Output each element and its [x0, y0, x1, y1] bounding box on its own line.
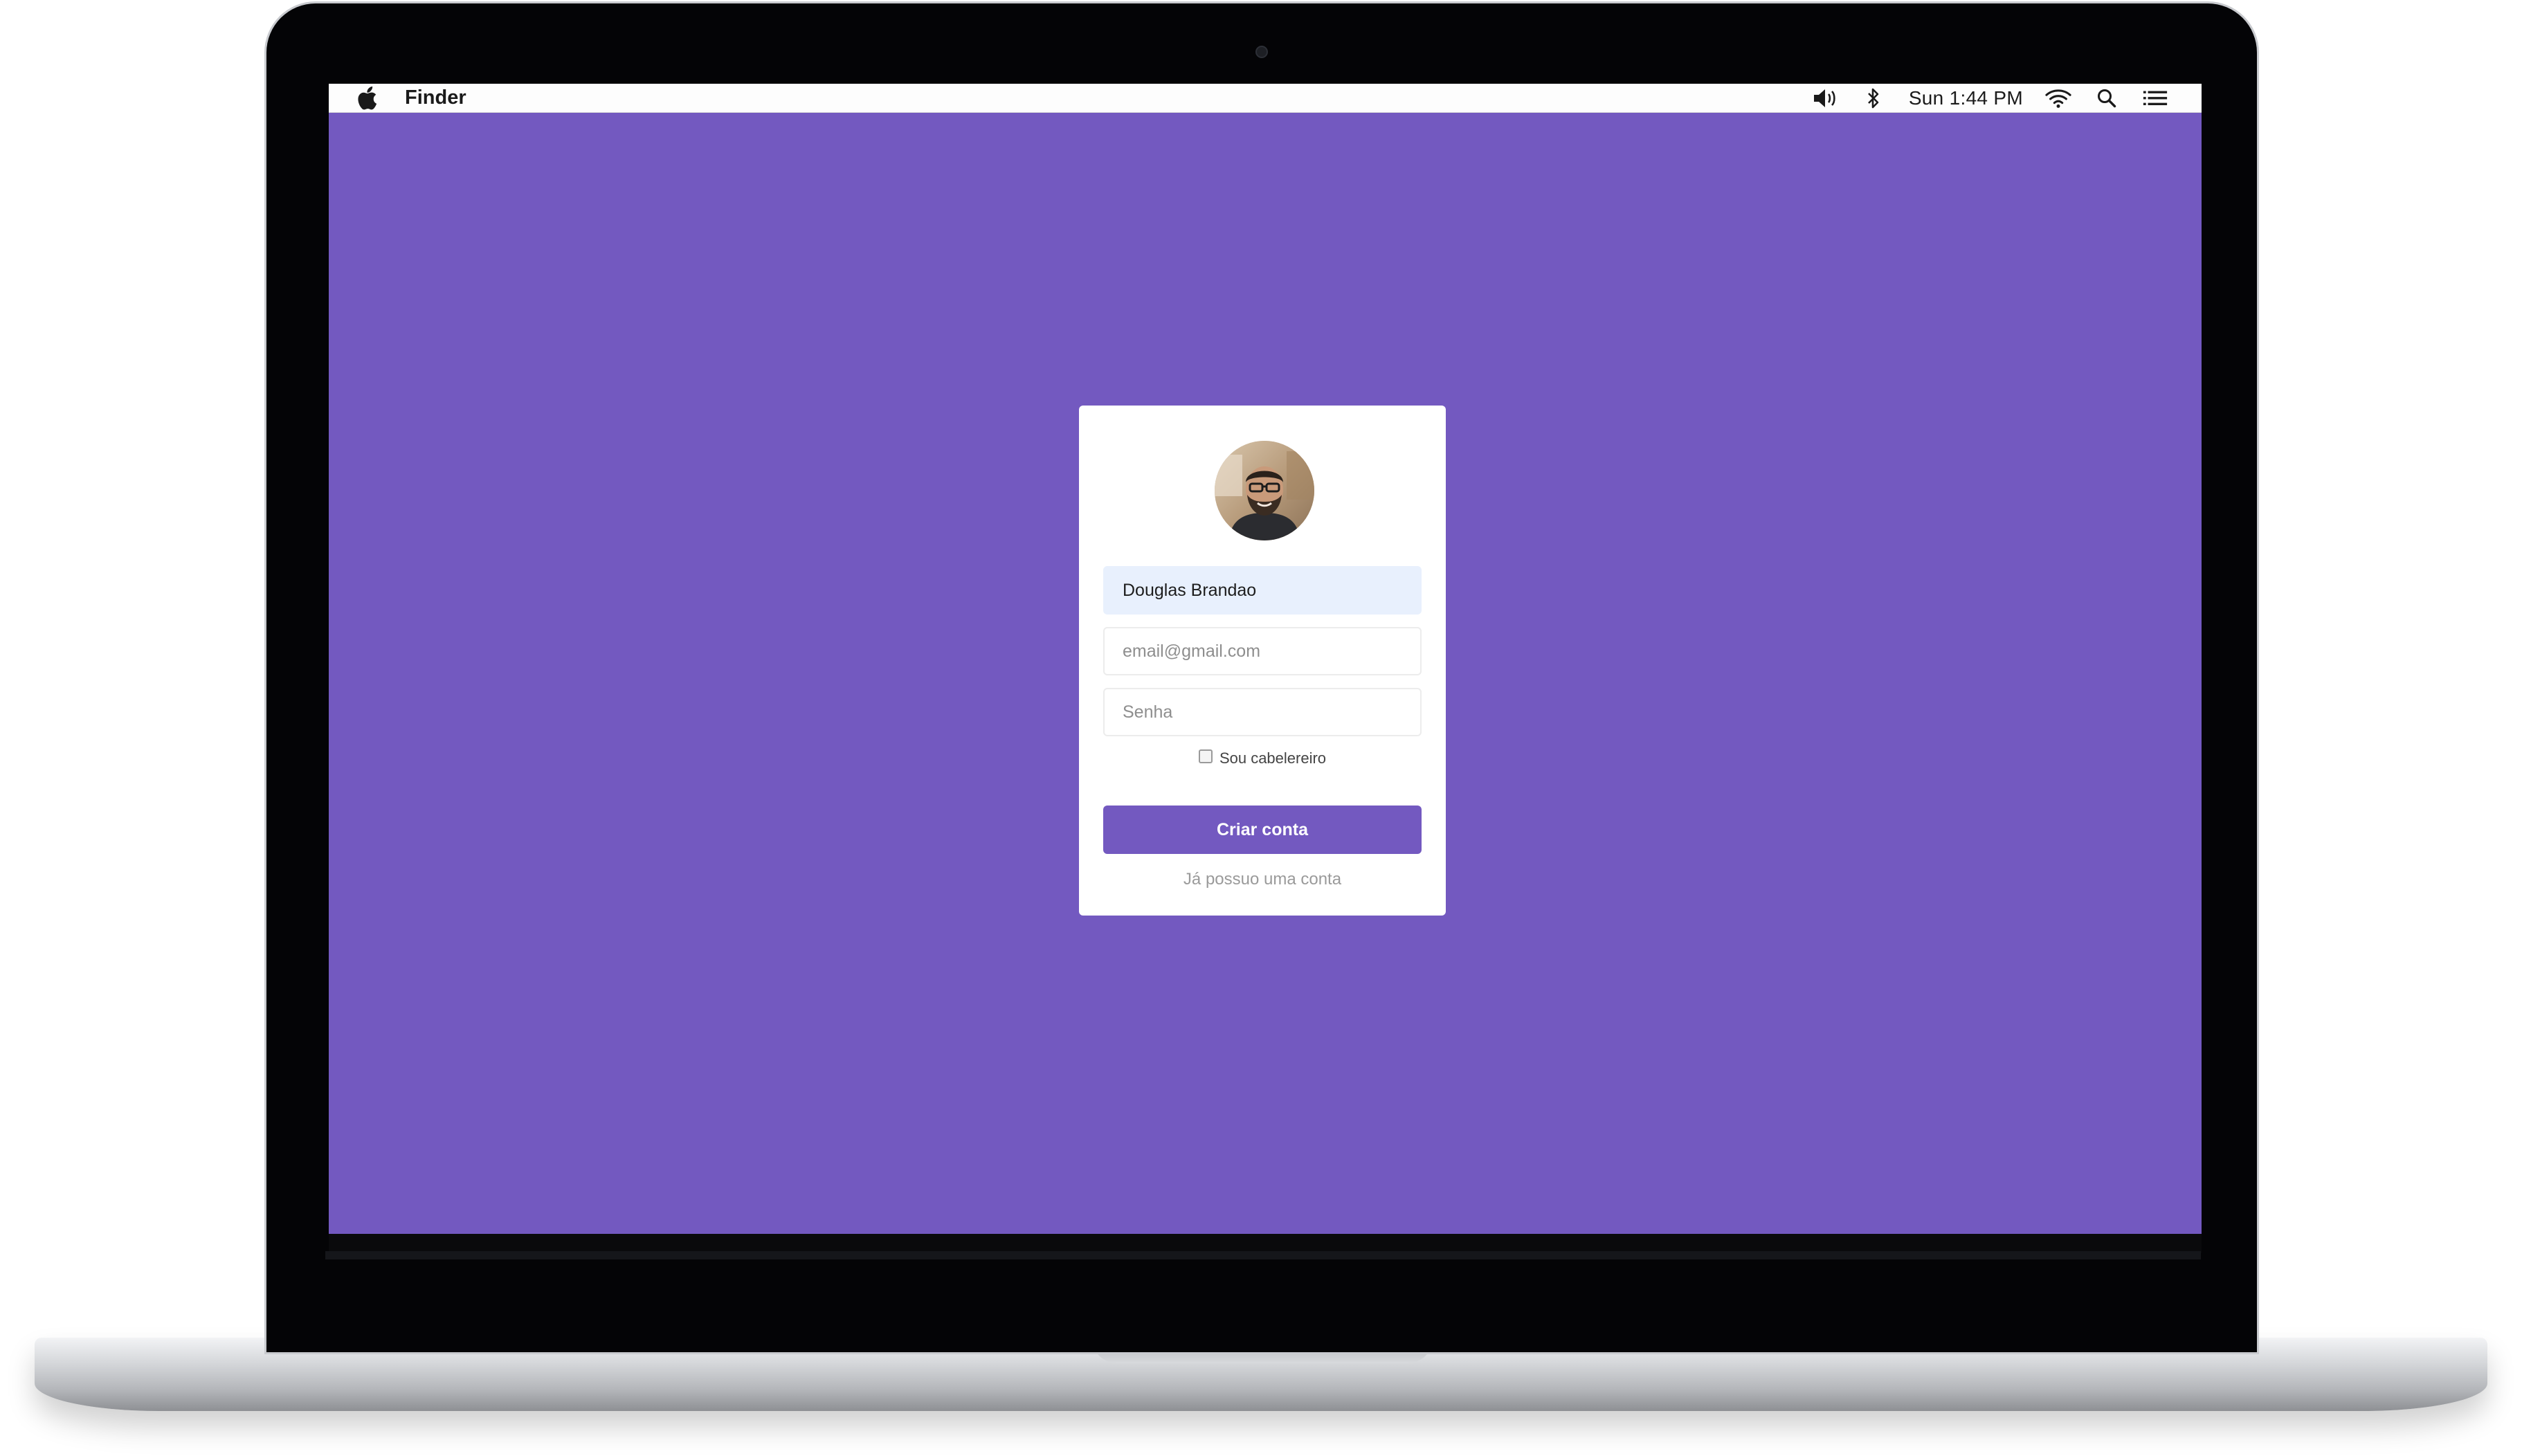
hairdresser-checkbox-row[interactable]: Sou cabelereiro: [1079, 749, 1446, 767]
wifi-icon[interactable]: [2045, 87, 2071, 110]
screen: Finder Sun 1:44 PM Douglas Brandao email…: [329, 84, 2202, 1234]
menu-clock[interactable]: Sun 1:44 PM: [1909, 87, 2023, 109]
menu-bar-extras: Sun 1:44 PM: [1812, 87, 2202, 110]
screen-bottom-band: [329, 1234, 2202, 1253]
create-account-button[interactable]: Criar conta: [1103, 806, 1422, 854]
hairdresser-checkbox-label[interactable]: Sou cabelereiro: [1219, 749, 1326, 767]
chin-strip: [325, 1251, 2201, 1259]
name-input[interactable]: [1103, 566, 1422, 615]
search-icon[interactable]: [2094, 87, 2120, 110]
avatar-photo: [1215, 441, 1314, 540]
hairdresser-checkbox[interactable]: [1198, 749, 1213, 763]
volume-icon[interactable]: [1812, 87, 1838, 110]
list-icon[interactable]: [2142, 87, 2168, 110]
menu-bar: Finder Sun 1:44 PM: [329, 84, 2202, 113]
app-name[interactable]: Finder: [405, 87, 466, 109]
camera: [1255, 46, 1268, 58]
signup-card: Sou cabelereiro Criar conta Já possuo um…: [1079, 406, 1446, 916]
login-link[interactable]: Já possuo uma conta: [1079, 870, 1446, 889]
avatar[interactable]: [1215, 441, 1314, 540]
password-input[interactable]: [1103, 688, 1422, 736]
email-input[interactable]: [1103, 627, 1422, 675]
bluetooth-icon[interactable]: [1860, 87, 1887, 110]
apple-icon[interactable]: [355, 86, 379, 110]
